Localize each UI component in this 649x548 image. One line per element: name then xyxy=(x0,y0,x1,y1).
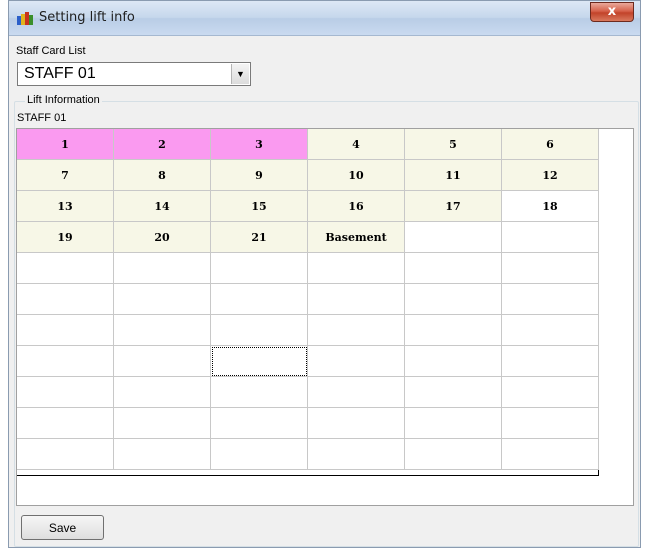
floor-cell[interactable] xyxy=(405,284,502,315)
floor-cell[interactable] xyxy=(308,439,405,470)
setting-lift-info-window: Setting lift info x Staff Card List STAF… xyxy=(8,0,641,548)
floor-cell[interactable]: 5 xyxy=(405,129,502,160)
floor-cell[interactable]: Basement xyxy=(308,222,405,253)
chevron-down-icon[interactable]: ▼ xyxy=(231,64,249,84)
floor-cell[interactable] xyxy=(211,253,308,284)
floor-cell[interactable]: 6 xyxy=(502,129,599,160)
floor-cell[interactable]: 1 xyxy=(17,129,114,160)
floor-cell[interactable] xyxy=(17,439,114,470)
floor-cell[interactable]: 10 xyxy=(308,160,405,191)
floor-cell[interactable] xyxy=(114,284,211,315)
floor-cell[interactable]: 14 xyxy=(114,191,211,222)
floor-cell[interactable] xyxy=(405,377,502,408)
floor-cell[interactable] xyxy=(405,315,502,346)
floor-cell[interactable]: 12 xyxy=(502,160,599,191)
floor-cell[interactable]: 3 xyxy=(211,129,308,160)
lift-grid-panel: 1 2 3 4 5 6 7 8 9 10 11 12 13 14 15 16 17 18 19 20 21 Basemen… xyxy=(16,128,634,506)
floor-cell[interactable]: 2 xyxy=(114,129,211,160)
floor-cell[interactable] xyxy=(17,408,114,439)
floor-cell[interactable] xyxy=(308,284,405,315)
floor-cell[interactable] xyxy=(17,377,114,408)
floor-cell[interactable] xyxy=(308,377,405,408)
lift-floor-grid: 1 2 3 4 5 6 7 8 9 10 11 12 13 14 15 16 17 18 19 20 21 Basemen… xyxy=(17,129,599,476)
floor-cell[interactable]: 8 xyxy=(114,160,211,191)
lift-information-legend: Lift Information xyxy=(25,94,102,106)
floor-cell[interactable] xyxy=(211,439,308,470)
floor-cell[interactable]: 9 xyxy=(211,160,308,191)
floor-cell[interactable]: 4 xyxy=(308,129,405,160)
floor-cell[interactable] xyxy=(502,346,599,377)
floor-cell[interactable] xyxy=(502,377,599,408)
dialog-client-area: Staff Card List STAFF 01 ▼ Lift Informat… xyxy=(10,36,639,547)
floor-cell[interactable]: 11 xyxy=(405,160,502,191)
floor-cell[interactable] xyxy=(308,408,405,439)
floor-cell[interactable] xyxy=(211,284,308,315)
window-title: Setting lift info xyxy=(39,10,135,25)
floor-cell[interactable] xyxy=(308,315,405,346)
save-button[interactable]: Save xyxy=(21,515,104,540)
floor-cell[interactable]: 21 xyxy=(211,222,308,253)
floor-cell[interactable] xyxy=(114,346,211,377)
staff-card-list-label: Staff Card List xyxy=(16,45,86,57)
floor-cell[interactable] xyxy=(502,315,599,346)
floor-cell[interactable] xyxy=(308,346,405,377)
app-icon xyxy=(17,12,33,25)
floor-cell[interactable] xyxy=(405,439,502,470)
staff-card-select-value: STAFF 01 xyxy=(24,65,96,82)
floor-cell[interactable]: 16 xyxy=(308,191,405,222)
floor-cell[interactable] xyxy=(17,284,114,315)
floor-cell[interactable] xyxy=(114,377,211,408)
floor-cell[interactable] xyxy=(502,439,599,470)
floor-cell[interactable] xyxy=(405,346,502,377)
floor-cell[interactable]: 20 xyxy=(114,222,211,253)
close-button[interactable]: x xyxy=(590,2,634,22)
floor-cell[interactable] xyxy=(405,222,502,253)
floor-cell[interactable] xyxy=(502,222,599,253)
floor-cell[interactable]: 18 xyxy=(502,191,599,222)
floor-cell[interactable]: 17 xyxy=(405,191,502,222)
floor-cell[interactable] xyxy=(405,253,502,284)
floor-cell[interactable] xyxy=(502,284,599,315)
floor-cell[interactable] xyxy=(17,346,114,377)
floor-cell[interactable]: 19 xyxy=(17,222,114,253)
floor-cell[interactable] xyxy=(17,315,114,346)
floor-cell[interactable]: 13 xyxy=(17,191,114,222)
floor-cell[interactable] xyxy=(211,408,308,439)
floor-cell[interactable]: 7 xyxy=(17,160,114,191)
floor-cell[interactable] xyxy=(405,408,502,439)
floor-cell[interactable] xyxy=(211,315,308,346)
floor-cell[interactable] xyxy=(114,408,211,439)
floor-cell[interactable] xyxy=(114,439,211,470)
floor-cell[interactable]: 15 xyxy=(211,191,308,222)
floor-cell[interactable] xyxy=(502,408,599,439)
floor-cell[interactable] xyxy=(211,377,308,408)
staff-card-select[interactable]: STAFF 01 ▼ xyxy=(17,62,251,86)
floor-cell[interactable] xyxy=(17,253,114,284)
floor-cell[interactable] xyxy=(211,346,308,377)
floor-cell[interactable] xyxy=(114,253,211,284)
lift-information-staff-name: STAFF 01 xyxy=(17,112,67,124)
lift-information-group: Lift Information STAFF 01 1 2 3 4 5 6 7 8 9 10 11 1… xyxy=(14,94,639,547)
title-bar[interactable]: Setting lift info x xyxy=(9,1,640,36)
floor-cell[interactable] xyxy=(308,253,405,284)
floor-cell[interactable] xyxy=(114,315,211,346)
floor-cell[interactable] xyxy=(502,253,599,284)
